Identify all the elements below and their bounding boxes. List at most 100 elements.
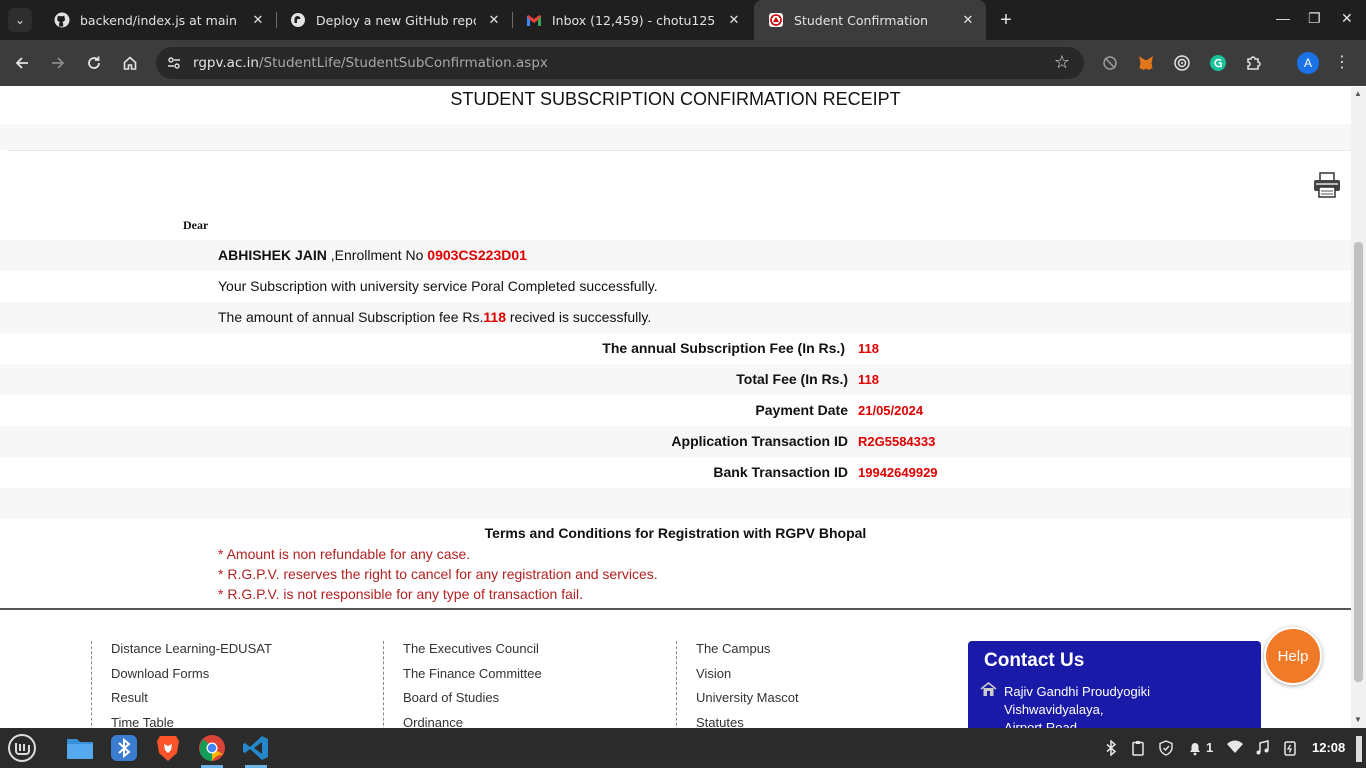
tab-github[interactable]: backend/index.js at main · zr ✕ bbox=[40, 0, 276, 40]
footer-link[interactable]: Statutes bbox=[696, 715, 799, 729]
detail-row-bank-txn: Bank Transaction ID 19942649929 bbox=[0, 457, 1351, 488]
amount-value: 118 bbox=[483, 309, 506, 325]
detail-row-application-txn: Application Transaction ID R2G5584333 bbox=[0, 426, 1351, 457]
tab-gmail[interactable]: Inbox (12,459) - chotu12584 ✕ bbox=[512, 0, 752, 40]
metamask-icon[interactable] bbox=[1137, 54, 1155, 72]
vertical-scrollbar[interactable]: ▲ ▼ bbox=[1351, 87, 1366, 728]
footer-link[interactable]: The Executives Council bbox=[403, 641, 542, 666]
detail-value: R2G5584333 bbox=[858, 434, 936, 449]
amount-row: The amount of annual Subscription fee Rs… bbox=[0, 302, 1351, 333]
brave-browser-icon[interactable] bbox=[152, 732, 184, 764]
detail-value: 21/05/2024 bbox=[858, 403, 924, 418]
power-tray-icon[interactable] bbox=[1283, 740, 1297, 759]
home-icon[interactable] bbox=[117, 50, 143, 76]
clipboard-tray-icon[interactable] bbox=[1131, 740, 1145, 759]
footer-link[interactable]: Vision bbox=[696, 666, 799, 691]
new-tab-button[interactable]: + bbox=[994, 8, 1018, 32]
footer-link[interactable]: The Campus bbox=[696, 641, 799, 666]
close-icon[interactable]: ✕ bbox=[726, 12, 742, 28]
tab-title: Student Confirmation bbox=[794, 12, 929, 28]
maximize-icon[interactable]: ❐ bbox=[1308, 10, 1321, 27]
detail-row-total-fee: Total Fee (In Rs.) 118 bbox=[0, 364, 1351, 395]
url-path: /StudentLife/StudentSubConfirmation.aspx bbox=[258, 55, 548, 71]
tab-title: Inbox (12,459) - chotu12584 bbox=[552, 12, 716, 28]
more-menu-icon[interactable]: ⋮ bbox=[1334, 52, 1350, 72]
site-info-icon[interactable] bbox=[166, 55, 182, 71]
close-icon[interactable]: ✕ bbox=[486, 12, 502, 28]
footer-link[interactable]: The Finance Committee bbox=[403, 666, 542, 691]
footer-link[interactable]: Ordinance bbox=[403, 715, 542, 729]
tab-student-confirmation[interactable]: Student Confirmation ✕ bbox=[754, 0, 986, 40]
url-text: rgpv.ac.in/StudentLife/StudentSubConfirm… bbox=[193, 55, 548, 71]
detail-row-annual-fee: The annual Subscription Fee (In Rs.) 118 bbox=[0, 333, 1351, 364]
printer-icon[interactable] bbox=[1312, 171, 1342, 199]
footer-link[interactable]: Time Table bbox=[111, 715, 272, 729]
forward-icon[interactable] bbox=[45, 50, 71, 76]
scroll-down-arrow[interactable]: ▼ bbox=[1354, 715, 1362, 724]
detail-label: Total Fee (In Rs.) bbox=[736, 371, 848, 387]
github-icon bbox=[54, 12, 70, 28]
profile-avatar[interactable]: A bbox=[1297, 52, 1319, 74]
contact-title: Contact Us bbox=[984, 650, 1085, 671]
terms-title: Terms and Conditions for Registration wi… bbox=[484, 525, 867, 541]
help-button[interactable]: Help bbox=[1264, 627, 1322, 685]
chrome-icon[interactable] bbox=[196, 732, 228, 764]
page-content: STUDENT SUBSCRIPTION CONFIRMATION RECEIP… bbox=[0, 87, 1351, 728]
wifi-tray-icon[interactable] bbox=[1226, 740, 1244, 757]
tab-search-button[interactable]: ⌄ bbox=[8, 8, 32, 32]
grey-band bbox=[0, 124, 1351, 150]
footer-link[interactable]: Download Forms bbox=[111, 666, 272, 691]
taskbar-clock[interactable]: 12:08 bbox=[1312, 740, 1345, 755]
footer-link[interactable]: Distance Learning-EDUSAT bbox=[111, 641, 272, 666]
mint-menu-icon[interactable] bbox=[6, 732, 38, 764]
show-desktop-button[interactable] bbox=[1356, 736, 1362, 762]
detail-value: 19942649929 bbox=[858, 465, 938, 480]
url-host: rgpv.ac.in bbox=[193, 55, 259, 71]
tab-title: Deploy a new GitHub reposi bbox=[316, 12, 476, 28]
close-icon[interactable]: ✕ bbox=[960, 12, 976, 28]
close-icon[interactable]: ✕ bbox=[250, 12, 266, 28]
files-icon[interactable] bbox=[64, 732, 96, 764]
shield-tray-icon[interactable] bbox=[1158, 740, 1174, 759]
reload-icon[interactable] bbox=[81, 50, 107, 76]
bluetooth-tray-icon[interactable] bbox=[1104, 739, 1118, 759]
rgpv-icon bbox=[768, 12, 784, 28]
target-extension-icon[interactable] bbox=[1173, 54, 1191, 72]
minimize-icon[interactable]: — bbox=[1276, 10, 1290, 26]
salutation: Dear bbox=[183, 218, 209, 232]
bookmark-star-icon[interactable]: ☆ bbox=[1054, 52, 1070, 73]
address-bar[interactable]: rgpv.ac.in/StudentLife/StudentSubConfirm… bbox=[156, 47, 1084, 79]
footer-link[interactable]: University Mascot bbox=[696, 690, 799, 715]
tab-title: backend/index.js at main · zr bbox=[80, 12, 240, 28]
notifications-tray-icon[interactable] bbox=[1188, 740, 1202, 759]
detail-label: The annual Subscription Fee (In Rs.) bbox=[602, 340, 845, 356]
bluetooth-app-icon[interactable] bbox=[108, 732, 140, 764]
back-icon[interactable] bbox=[9, 50, 35, 76]
subscription-row: Your Subscription with university servic… bbox=[0, 271, 1351, 302]
term-item: * R.G.P.V. reserves the right to cancel … bbox=[218, 566, 658, 582]
scrollbar-thumb[interactable] bbox=[1354, 242, 1363, 682]
detail-label: Payment Date bbox=[755, 402, 848, 418]
grammarly-icon[interactable] bbox=[1209, 54, 1227, 72]
window-close-icon[interactable]: ✕ bbox=[1341, 10, 1353, 27]
extension-icon[interactable] bbox=[1101, 54, 1119, 72]
extensions-puzzle-icon[interactable] bbox=[1245, 54, 1263, 72]
enrollment-number: 0903CS223D01 bbox=[427, 247, 527, 263]
contact-us-box: Contact Us Rajiv Gandhi Proudyogiki Vish… bbox=[968, 641, 1261, 728]
footer-link[interactable]: Board of Studies bbox=[403, 690, 542, 715]
subscription-message: Your Subscription with university servic… bbox=[218, 278, 658, 294]
term-item: * R.G.P.V. is not responsible for any ty… bbox=[218, 586, 583, 602]
contact-address: Rajiv Gandhi Proudyogiki Vishwavidyalaya… bbox=[1004, 683, 1150, 728]
name-row: ABHISHEK JAIN ,Enrollment No 0903CS223D0… bbox=[0, 240, 1351, 271]
os-taskbar: 1 12:08 bbox=[0, 728, 1366, 768]
amount-prefix: The amount of annual Subscription fee Rs… bbox=[218, 309, 484, 325]
footer-link[interactable]: Result bbox=[111, 690, 272, 715]
grey-band bbox=[0, 488, 1351, 519]
render-icon bbox=[290, 12, 306, 28]
scroll-up-arrow[interactable]: ▲ bbox=[1354, 89, 1362, 98]
tab-render[interactable]: Deploy a new GitHub reposi ✕ bbox=[276, 0, 512, 40]
browser-toolbar: rgpv.ac.in/StudentLife/StudentSubConfirm… bbox=[0, 40, 1366, 86]
vscode-icon[interactable] bbox=[240, 732, 272, 764]
sound-tray-icon[interactable] bbox=[1255, 740, 1270, 759]
student-name: ABHISHEK JAIN bbox=[218, 247, 327, 263]
